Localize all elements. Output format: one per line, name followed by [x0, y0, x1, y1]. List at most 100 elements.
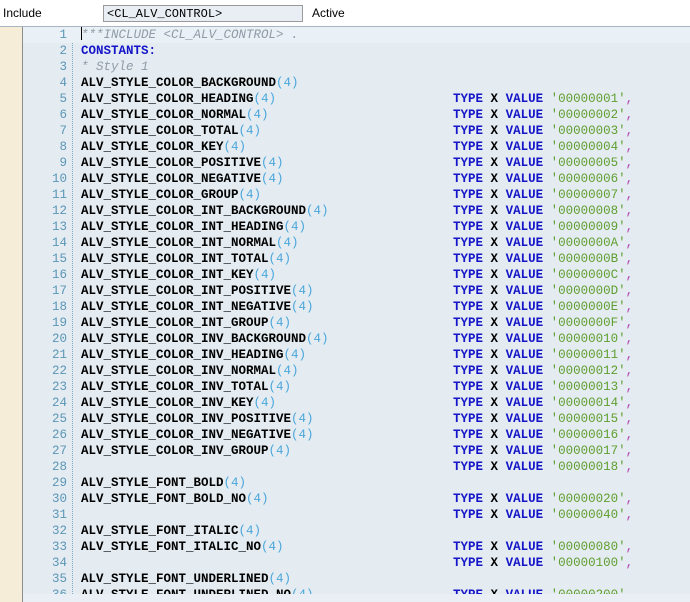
code-line[interactable]: 33 ALV_STYLE_FONT_ITALIC_NO(4) TYPE X VAL… — [23, 539, 690, 570]
line-number: 9 — [59, 156, 67, 170]
code-line[interactable]: 3 * Style 1 — [23, 59, 690, 75]
constant-length: (4) — [268, 380, 292, 394]
constant-name: ALV_STYLE_COLOR_KEY — [81, 140, 224, 154]
line-source: ALV_STYLE_COLOR_INT_POSITIVE(4) TYPE X VA… — [81, 283, 690, 314]
line-source: ALV_STYLE_COLOR_INV_KEY(4) TYPE X VALUE '… — [81, 395, 690, 426]
constant-name: ALV_STYLE_COLOR_INV_KEY — [81, 396, 254, 410]
code-line[interactable]: 21 ALV_STYLE_COLOR_INV_HEADING(4) TYPE X … — [23, 347, 690, 378]
constant-name: ALV_STYLE_COLOR_INT_NEGATIVE — [81, 300, 292, 314]
line-number: 29 — [51, 476, 67, 490]
line-source: ALV_STYLE_FONT_ITALIC_NO(4) TYPE X VALUE … — [81, 539, 690, 570]
constant-name: ALV_STYLE_FONT_UNDERLINED — [81, 572, 269, 586]
code-line[interactable]: 31 — [23, 507, 690, 523]
code-line[interactable]: 10 ALV_STYLE_COLOR_NEGATIVE(4) TYPE X VAL… — [23, 171, 690, 202]
constant-length: (4) — [291, 412, 314, 426]
code-line[interactable]: 15 ALV_STYLE_COLOR_INT_TOTAL(4) TYPE X VA… — [23, 251, 690, 282]
constant-length: (4) — [223, 476, 247, 490]
line-source: ALV_STYLE_FONT_BOLD_NO(4) TYPE X VALUE '0… — [81, 491, 690, 522]
code-line[interactable]: 6 ALV_STYLE_COLOR_NORMAL(4) TYPE X VALUE … — [23, 107, 690, 138]
code-line[interactable]: 23 ALV_STYLE_COLOR_INV_TOTAL(4) TYPE X VA… — [23, 379, 690, 410]
constant-length: (4) — [246, 108, 269, 122]
code-line[interactable]: 27 ALV_STYLE_COLOR_INV_GROUP(4) TYPE X VA… — [23, 443, 690, 474]
constant-length: (4) — [291, 300, 314, 314]
code-line[interactable]: 4 ALV_STYLE_COLOR_BACKGROUND(4) TYPE X VA… — [23, 75, 690, 106]
code-area[interactable]: 1 ***INCLUDE <CL_ALV_CONTROL> . 2 CONSTANTS… — [23, 27, 690, 602]
code-line[interactable]: 2 CONSTANTS: — [23, 43, 690, 59]
line-number: 21 — [51, 348, 67, 362]
code-line[interactable]: 35 ALV_STYLE_FONT_UNDERLINED(4)TYPE X VA… — [23, 571, 690, 602]
object-name-input[interactable]: <CL_ALV_CONTROL> — [103, 4, 303, 22]
code-line[interactable]: 22 ALV_STYLE_COLOR_INV_NORMAL(4) TYPE X V… — [23, 363, 690, 394]
constant-name: ALV_STYLE_COLOR_TOTAL — [81, 124, 239, 138]
code-line[interactable]: 12 ALV_STYLE_COLOR_INT_BACKGROUND(4) TYPE… — [23, 203, 690, 234]
line-number: 2 — [59, 44, 67, 58]
line-source: ALV_STYLE_COLOR_INT_BACKGROUND(4) TYPE X … — [81, 203, 690, 234]
code-line[interactable]: 24 ALV_STYLE_COLOR_INV_KEY(4) TYPE X VALU… — [23, 395, 690, 426]
line-number: 13 — [51, 220, 67, 234]
constant-length: (4) — [238, 124, 262, 138]
code-line[interactable]: 9 ALV_STYLE_COLOR_POSITIVE(4) TYPE X VALU… — [23, 155, 690, 186]
line-source: ALV_STYLE_COLOR_GROUP(4) TYPE X VALUE '00… — [81, 187, 690, 218]
line-source: ALV_STYLE_COLOR_INV_POSITIVE(4) TYPE X VA… — [81, 411, 690, 442]
constant-name: ALV_STYLE_COLOR_INV_NORMAL — [81, 364, 277, 378]
code-line[interactable]: 11 ALV_STYLE_COLOR_GROUP(4) TYPE X VALUE … — [23, 187, 690, 218]
constant-length: (4) — [268, 316, 292, 330]
line-source: ALV_STYLE_COLOR_INV_NEGATIVE(4) TYPE X VA… — [81, 427, 690, 458]
constant-length: (4) — [223, 140, 247, 154]
code-line[interactable]: 14 ALV_STYLE_COLOR_INT_NORMAL(4) TYPE X V… — [23, 235, 690, 266]
line-number: 11 — [51, 188, 67, 202]
code-line[interactable]: 34 — [23, 555, 690, 571]
line-source: ALV_STYLE_COLOR_INV_NORMAL(4) TYPE X VALU… — [81, 363, 690, 394]
code-line[interactable]: 18 ALV_STYLE_COLOR_INT_NEGATIVE(4) TYPE X… — [23, 299, 690, 330]
constant-length: (4) — [238, 524, 262, 538]
code-line[interactable]: 8 ALV_STYLE_COLOR_KEY(4) TYPE X VALUE '00… — [23, 139, 690, 170]
constant-name: ALV_STYLE_COLOR_BACKGROUND — [81, 76, 277, 90]
comment-text: ***INCLUDE <CL_ALV_CONTROL> . — [81, 28, 299, 42]
line-number: 18 — [51, 300, 67, 314]
line-source: ALV_STYLE_COLOR_KEY(4) TYPE X VALUE '0000… — [81, 139, 690, 170]
code-line[interactable]: 28 — [23, 459, 690, 475]
constant-name: ALV_STYLE_COLOR_INT_HEADING — [81, 220, 284, 234]
line-number: 5 — [59, 92, 67, 106]
constant-length: (4) — [306, 204, 329, 218]
constant-length: (4) — [261, 172, 284, 186]
constant-length: (4) — [253, 92, 277, 106]
constant-length: (4) — [268, 444, 292, 458]
source-code-editor[interactable]: 1 ***INCLUDE <CL_ALV_CONTROL> . 2 CONSTANTS… — [0, 27, 690, 602]
code-line[interactable]: 29 ALV_STYLE_FONT_BOLD(4) TYPE X VALUE '0… — [23, 475, 690, 506]
line-source: ALV_STYLE_COLOR_INV_BACKGROUND(4) TYPE X … — [81, 331, 690, 362]
code-line[interactable]: 19 ALV_STYLE_COLOR_INT_GROUP(4) TYPE X VA… — [23, 315, 690, 346]
constant-name: ALV_STYLE_COLOR_INT_BACKGROUND — [81, 204, 307, 218]
code-line[interactable]: 30 ALV_STYLE_FONT_BOLD_NO(4) TYPE X VALUE… — [23, 491, 690, 522]
keyword-text: CONSTANTS: — [81, 44, 157, 58]
code-line[interactable]: 25 ALV_STYLE_COLOR_INV_POSITIVE(4) TYPE X… — [23, 411, 690, 442]
line-source: ALV_STYLE_COLOR_BACKGROUND(4) TYPE X VALU… — [81, 75, 690, 106]
line-number: 25 — [51, 412, 67, 426]
constant-length: (4) — [283, 348, 307, 362]
line-source: ALV_STYLE_FONT_UNDERLINED(4)TYPE X VALUE… — [81, 571, 690, 602]
constant-name: ALV_STYLE_COLOR_INV_POSITIVE — [81, 412, 292, 426]
line-source: ALV_STYLE_COLOR_INT_HEADING(4) TYPE X VAL… — [81, 219, 690, 250]
constant-name: ALV_STYLE_COLOR_GROUP — [81, 188, 239, 202]
code-line[interactable]: 26 ALV_STYLE_COLOR_INV_NEGATIVE(4) TYPE X… — [23, 427, 690, 458]
code-line[interactable]: 13 ALV_STYLE_COLOR_INT_HEADING(4) TYPE X … — [23, 219, 690, 250]
code-line[interactable]: 16 ALV_STYLE_COLOR_INT_KEY(4) TYPE X VALU… — [23, 267, 690, 298]
include-label: Include — [3, 6, 42, 20]
code-line[interactable]: 20 ALV_STYLE_COLOR_INV_BACKGROUND(4) TYPE… — [23, 331, 690, 362]
line-number: 10 — [51, 172, 67, 186]
line-source: ALV_STYLE_COLOR_INT_NORMAL(4) TYPE X VALU… — [81, 235, 690, 266]
line-source: * Style 1 — [81, 59, 690, 75]
line-source: ***INCLUDE <CL_ALV_CONTROL> . — [81, 27, 690, 43]
line-source: ALV_STYLE_COLOR_INV_TOTAL(4) TYPE X VALUE… — [81, 379, 690, 410]
constant-name: ALV_STYLE_FONT_ITALIC — [81, 524, 239, 538]
constant-length: (4) — [276, 76, 299, 90]
code-line[interactable]: 32 ALV_STYLE_FONT_ITALIC(4) TYPE X VALUE … — [23, 523, 690, 554]
code-line-list[interactable]: 1 ***INCLUDE <CL_ALV_CONTROL> . 2 CONSTANTS… — [23, 27, 690, 602]
line-number: 31 — [51, 508, 67, 522]
code-line[interactable]: 1 ***INCLUDE <CL_ALV_CONTROL> . — [23, 27, 690, 43]
editor-left-margin — [0, 27, 23, 602]
status-badge: Active — [312, 6, 345, 20]
code-line[interactable]: 17 ALV_STYLE_COLOR_INT_POSITIVE(4) TYPE X… — [23, 283, 690, 314]
code-line[interactable]: 7 ALV_STYLE_COLOR_TOTAL(4) TYPE X VALUE '… — [23, 123, 690, 154]
code-line[interactable]: 5 ALV_STYLE_COLOR_HEADING(4) TYPE X VALUE… — [23, 91, 690, 122]
